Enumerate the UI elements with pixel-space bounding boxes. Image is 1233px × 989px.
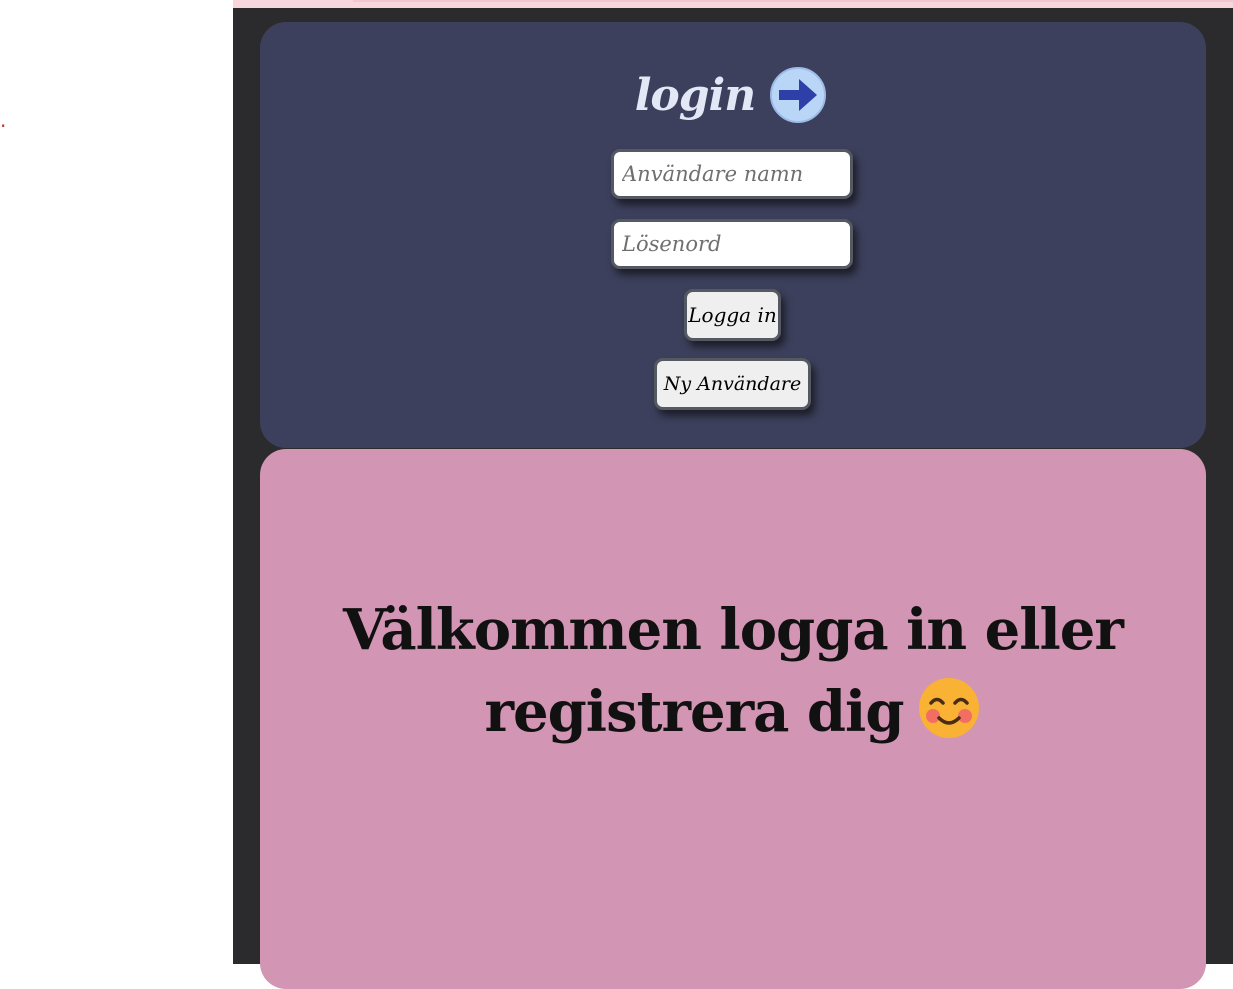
welcome-text: Välkommen logga in eller registrera dig	[343, 597, 1124, 745]
page-frame: login Logga in Ny Användare Välkommen lo…	[233, 0, 1233, 989]
stray-mark: .	[0, 108, 7, 132]
top-strip-line	[353, 0, 1233, 2]
login-panel: login Logga in Ny Användare	[260, 22, 1206, 448]
welcome-heading: Välkommen logga in eller registrera dig	[260, 589, 1206, 753]
top-strip	[233, 0, 1233, 8]
arrow-right-circle-icon	[770, 67, 827, 123]
username-input[interactable]	[611, 149, 853, 199]
new-user-button[interactable]: Ny Användare	[654, 358, 811, 410]
welcome-panel: Välkommen logga in eller registrera dig	[260, 449, 1206, 989]
password-input[interactable]	[611, 219, 853, 269]
login-title: login	[634, 69, 757, 121]
login-button[interactable]: Logga in	[684, 289, 781, 341]
login-heading: login	[260, 62, 1206, 128]
smiling-face-icon	[919, 678, 980, 739]
